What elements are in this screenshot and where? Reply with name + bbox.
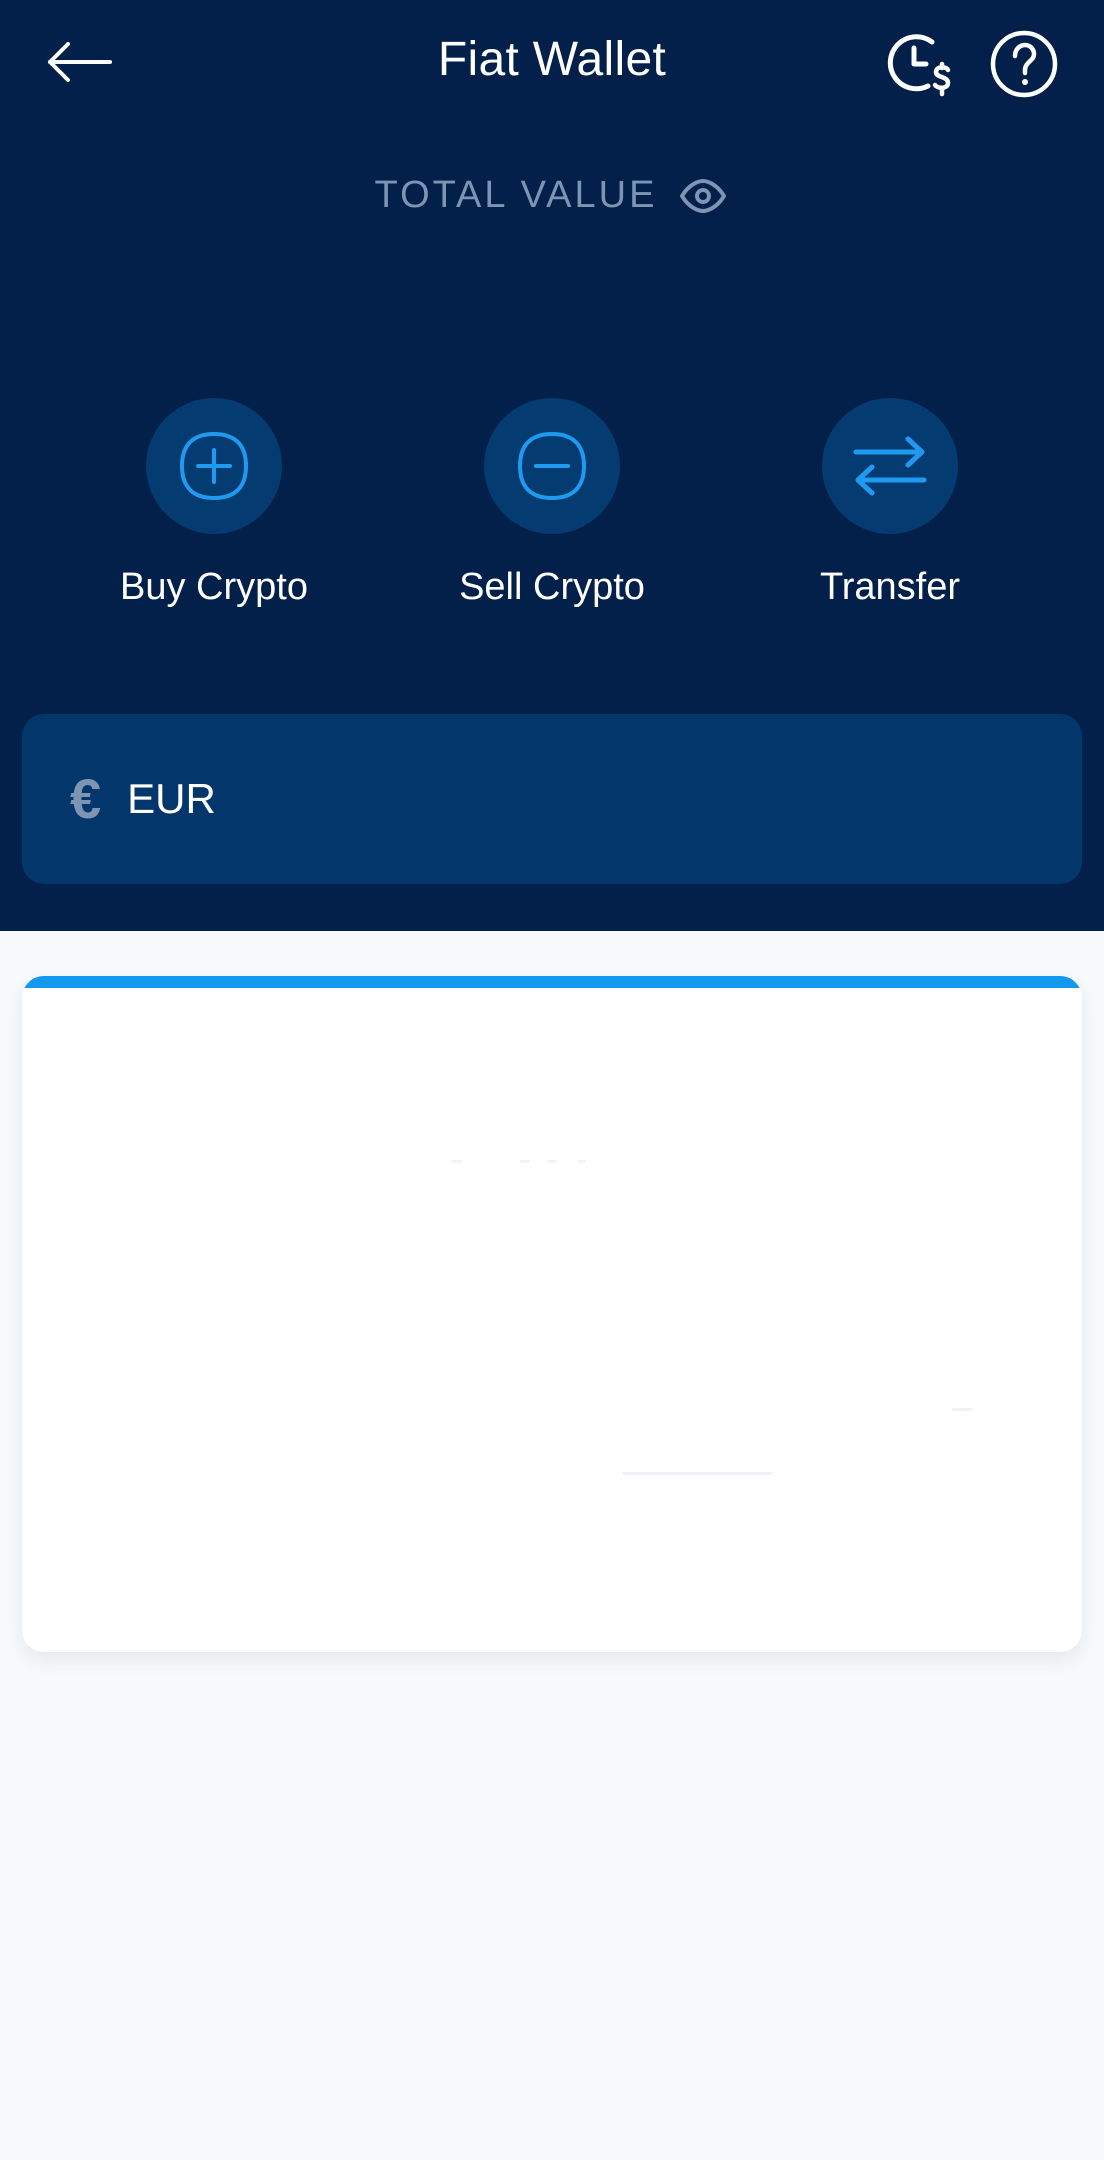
total-value-row: TOTAL VALUE: [0, 174, 1104, 217]
action-buttons: Buy Crypto Sell Crypto Transfer: [0, 398, 1104, 618]
transfer-icon-circle: [822, 398, 958, 534]
loading-placeholder: [952, 1408, 972, 1411]
loading-placeholder: [520, 1160, 530, 1163]
minus-circle-icon: [517, 431, 587, 501]
sell-crypto-button[interactable]: Sell Crypto: [422, 398, 682, 618]
question-circle-icon: [990, 30, 1058, 98]
clock-dollar-icon: [887, 34, 951, 97]
buy-crypto-icon-circle: [146, 398, 282, 534]
currency-code: EUR: [127, 775, 216, 822]
transfer-label: Transfer: [819, 566, 961, 608]
loading-placeholder: [622, 1472, 772, 1475]
card-accent-bar: [22, 976, 1082, 988]
currency-card-eur[interactable]: € EUR: [22, 714, 1082, 884]
plus-circle-icon: [179, 431, 249, 501]
toggle-visibility-button[interactable]: [679, 176, 729, 216]
transfer-button[interactable]: Transfer: [760, 398, 1020, 618]
loading-placeholder: [452, 1160, 462, 1163]
swap-arrows-icon: [853, 436, 927, 496]
total-value-label: TOTAL VALUE: [374, 174, 658, 216]
sell-crypto-label: Sell Crypto: [459, 566, 645, 608]
wallet-header: Fiat Wallet TOTAL VALUE Buy Crypto Sell …: [0, 0, 1104, 931]
loading-placeholder: [548, 1160, 556, 1163]
buy-crypto-label: Buy Crypto: [120, 566, 308, 608]
buy-crypto-button[interactable]: Buy Crypto: [84, 398, 344, 618]
eye-icon: [680, 178, 727, 213]
transaction-history-button[interactable]: [884, 28, 956, 100]
help-button[interactable]: [988, 28, 1060, 100]
sell-crypto-icon-circle: [484, 398, 620, 534]
wallet-detail-card: [22, 976, 1082, 1652]
euro-icon: €: [70, 767, 102, 830]
loading-placeholder: [578, 1160, 586, 1163]
